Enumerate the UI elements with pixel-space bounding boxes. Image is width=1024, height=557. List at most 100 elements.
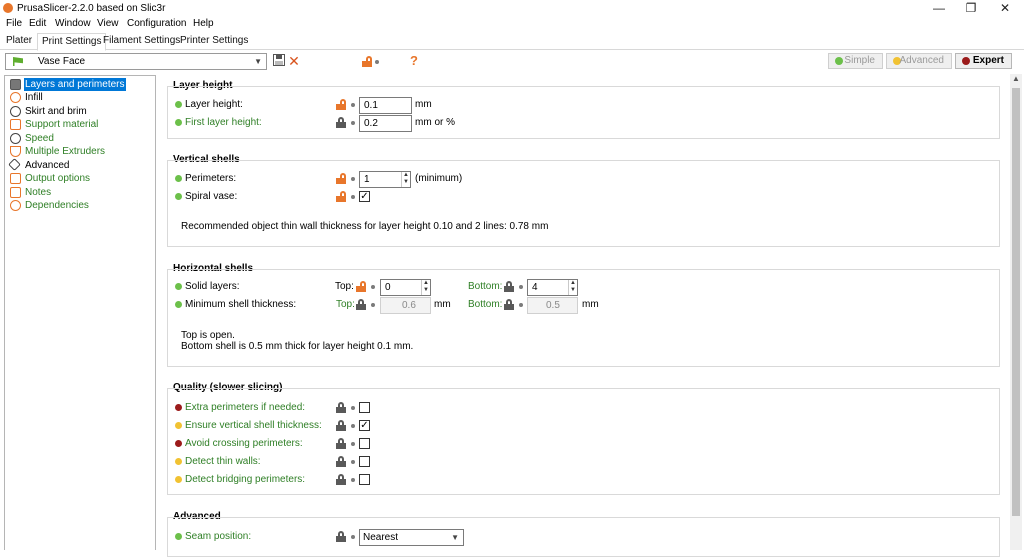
- expert-mode-dot: [175, 404, 182, 411]
- perimeters-stepper[interactable]: 1 ▲ ▼: [359, 171, 411, 188]
- sidebar-item-dependencies[interactable]: Dependencies: [9, 199, 149, 212]
- menu-view[interactable]: View: [97, 18, 119, 29]
- speed-icon: [10, 133, 21, 144]
- save-icon: [273, 54, 285, 66]
- lock-closed-icon[interactable]: [336, 474, 346, 485]
- close-window-button[interactable]: ✕: [988, 0, 1022, 17]
- sidebar-item-support-material[interactable]: Support material: [9, 118, 149, 131]
- save-preset-button[interactable]: [272, 54, 286, 68]
- lock-open-icon[interactable]: [336, 173, 346, 184]
- layer-height-input[interactable]: 0.1: [359, 97, 412, 114]
- perimeters-note: (minimum): [415, 173, 463, 184]
- sidebar-item-layers-perimeters[interactable]: Layers and perimeters: [9, 78, 149, 91]
- lock-closed-icon[interactable]: [336, 117, 346, 128]
- maximize-button[interactable]: ❐: [954, 0, 988, 17]
- scroll-thumb[interactable]: [1012, 88, 1020, 516]
- seam-position-select[interactable]: Nearest ▼: [359, 529, 464, 546]
- tab-filament-settings[interactable]: Filament Settings: [99, 33, 184, 50]
- spin-arrows-icon[interactable]: ▲ ▼: [568, 280, 577, 295]
- minimize-button[interactable]: —: [922, 0, 956, 17]
- sidebar-item-label: Support material: [25, 119, 99, 130]
- menu-help[interactable]: Help: [193, 18, 214, 29]
- sidebar-item-infill[interactable]: Infill: [9, 91, 149, 104]
- sidebar-item-notes[interactable]: Notes: [9, 186, 149, 199]
- mode-expert-button[interactable]: Expert: [955, 53, 1012, 69]
- sidebar-item-label: Output options: [25, 173, 91, 184]
- tab-print-settings[interactable]: Print Settings: [37, 33, 107, 51]
- detect-thin-walls-row: Detect thin walls:: [175, 454, 995, 470]
- simple-mode-dot: [175, 193, 182, 200]
- spiral-vase-checkbox[interactable]: ✓: [359, 191, 370, 202]
- lock-closed-icon[interactable]: [336, 402, 346, 413]
- sidebar-item-label: Infill: [25, 92, 43, 103]
- chevron-down-icon: ▼: [451, 533, 459, 542]
- mode-simple-button[interactable]: Simple: [828, 53, 883, 69]
- sidebar-item-label: Speed: [25, 133, 54, 144]
- simple-mode-dot: [175, 301, 182, 308]
- scroll-up-arrow-icon[interactable]: ▲: [1010, 74, 1022, 86]
- perimeters-value: 1: [364, 174, 370, 185]
- mode-advanced-label: Advanced: [899, 55, 944, 66]
- lock-open-icon[interactable]: [362, 56, 372, 67]
- lock-closed-icon[interactable]: [336, 438, 346, 449]
- lock-open-icon[interactable]: [356, 281, 366, 292]
- lock-closed-icon[interactable]: [336, 531, 346, 542]
- first-layer-height-label: First layer height:: [185, 117, 262, 128]
- detect-thin-walls-checkbox[interactable]: [359, 456, 370, 467]
- lock-closed-icon[interactable]: [336, 420, 346, 431]
- vertical-scrollbar[interactable]: ▲: [1010, 74, 1022, 550]
- detect-thin-walls-label: Detect thin walls:: [185, 456, 261, 467]
- detect-bridging-row: Detect bridging perimeters:: [175, 472, 995, 488]
- avoid-crossing-label: Avoid crossing perimeters:: [185, 438, 303, 449]
- lock-open-icon[interactable]: [336, 191, 346, 202]
- menu-edit[interactable]: Edit: [29, 18, 46, 29]
- seam-position-row: Seam position: Nearest ▼: [175, 529, 995, 546]
- help-button[interactable]: ?: [407, 54, 421, 68]
- menu-configuration[interactable]: Configuration: [127, 18, 186, 29]
- bullet-icon: [351, 460, 355, 464]
- unit-label: mm: [415, 99, 432, 110]
- mode-advanced-button[interactable]: Advanced: [886, 53, 952, 69]
- sidebar-item-multiple-extruders[interactable]: Multiple Extruders: [9, 145, 149, 158]
- lock-closed-icon[interactable]: [504, 281, 514, 292]
- tab-plater[interactable]: Plater: [2, 33, 36, 50]
- avoid-crossing-checkbox[interactable]: [359, 438, 370, 449]
- ensure-vertical-shell-label: Ensure vertical shell thickness:: [185, 420, 322, 431]
- lock-closed-icon[interactable]: [336, 456, 346, 467]
- solid-layers-row: Solid layers: Top: 0 ▲ ▼ Bottom: 4 ▲ ▼: [175, 279, 995, 296]
- top-solid-layers-stepper[interactable]: 0 ▲ ▼: [380, 279, 431, 296]
- spiral-vase-row: Spiral vase: ✓: [175, 189, 995, 205]
- infill-icon: [10, 92, 21, 103]
- first-layer-height-input[interactable]: 0.2: [359, 115, 412, 132]
- sidebar-item-skirt-brim[interactable]: Skirt and brim: [9, 105, 149, 118]
- spin-arrows-icon[interactable]: ▲ ▼: [401, 172, 410, 187]
- tab-printer-settings[interactable]: Printer Settings: [176, 33, 252, 50]
- wrench-icon: [8, 158, 21, 171]
- bottom-solid-layers-stepper[interactable]: 4 ▲ ▼: [527, 279, 578, 296]
- ensure-vertical-shell-checkbox[interactable]: ✓: [359, 420, 370, 431]
- menu-file[interactable]: File: [6, 18, 22, 29]
- simple-mode-dot: [175, 175, 182, 182]
- sidebar-item-speed[interactable]: Speed: [9, 132, 149, 145]
- seam-position-value: Nearest: [363, 532, 399, 543]
- layer-height-label: Layer height:: [185, 99, 243, 110]
- preset-select[interactable]: Vase Face ▼: [5, 53, 267, 70]
- extra-perimeters-checkbox[interactable]: [359, 402, 370, 413]
- bullet-icon: [351, 121, 355, 125]
- lock-closed-icon[interactable]: [356, 299, 366, 310]
- first-layer-height-row: First layer height: 0.2 mm or %: [175, 115, 995, 132]
- skirt-icon: [10, 106, 21, 117]
- lock-open-icon[interactable]: [336, 99, 346, 110]
- sidebar-item-advanced[interactable]: Advanced: [8, 158, 149, 172]
- bottom-shell-note: Bottom shell is 0.5 mm thick for layer h…: [181, 341, 414, 352]
- menu-window[interactable]: Window: [55, 18, 91, 29]
- simple-mode-dot: [175, 101, 182, 108]
- perimeters-label: Perimeters:: [185, 173, 237, 184]
- advanced-mode-dot: [175, 458, 182, 465]
- spin-arrows-icon[interactable]: ▲ ▼: [421, 280, 430, 295]
- lock-closed-icon[interactable]: [504, 299, 514, 310]
- sidebar-item-output-options[interactable]: Output options: [9, 172, 149, 185]
- delete-preset-button[interactable]: ✕: [287, 54, 301, 68]
- detect-bridging-checkbox[interactable]: [359, 474, 370, 485]
- prusaslicer-logo-icon: [3, 3, 13, 13]
